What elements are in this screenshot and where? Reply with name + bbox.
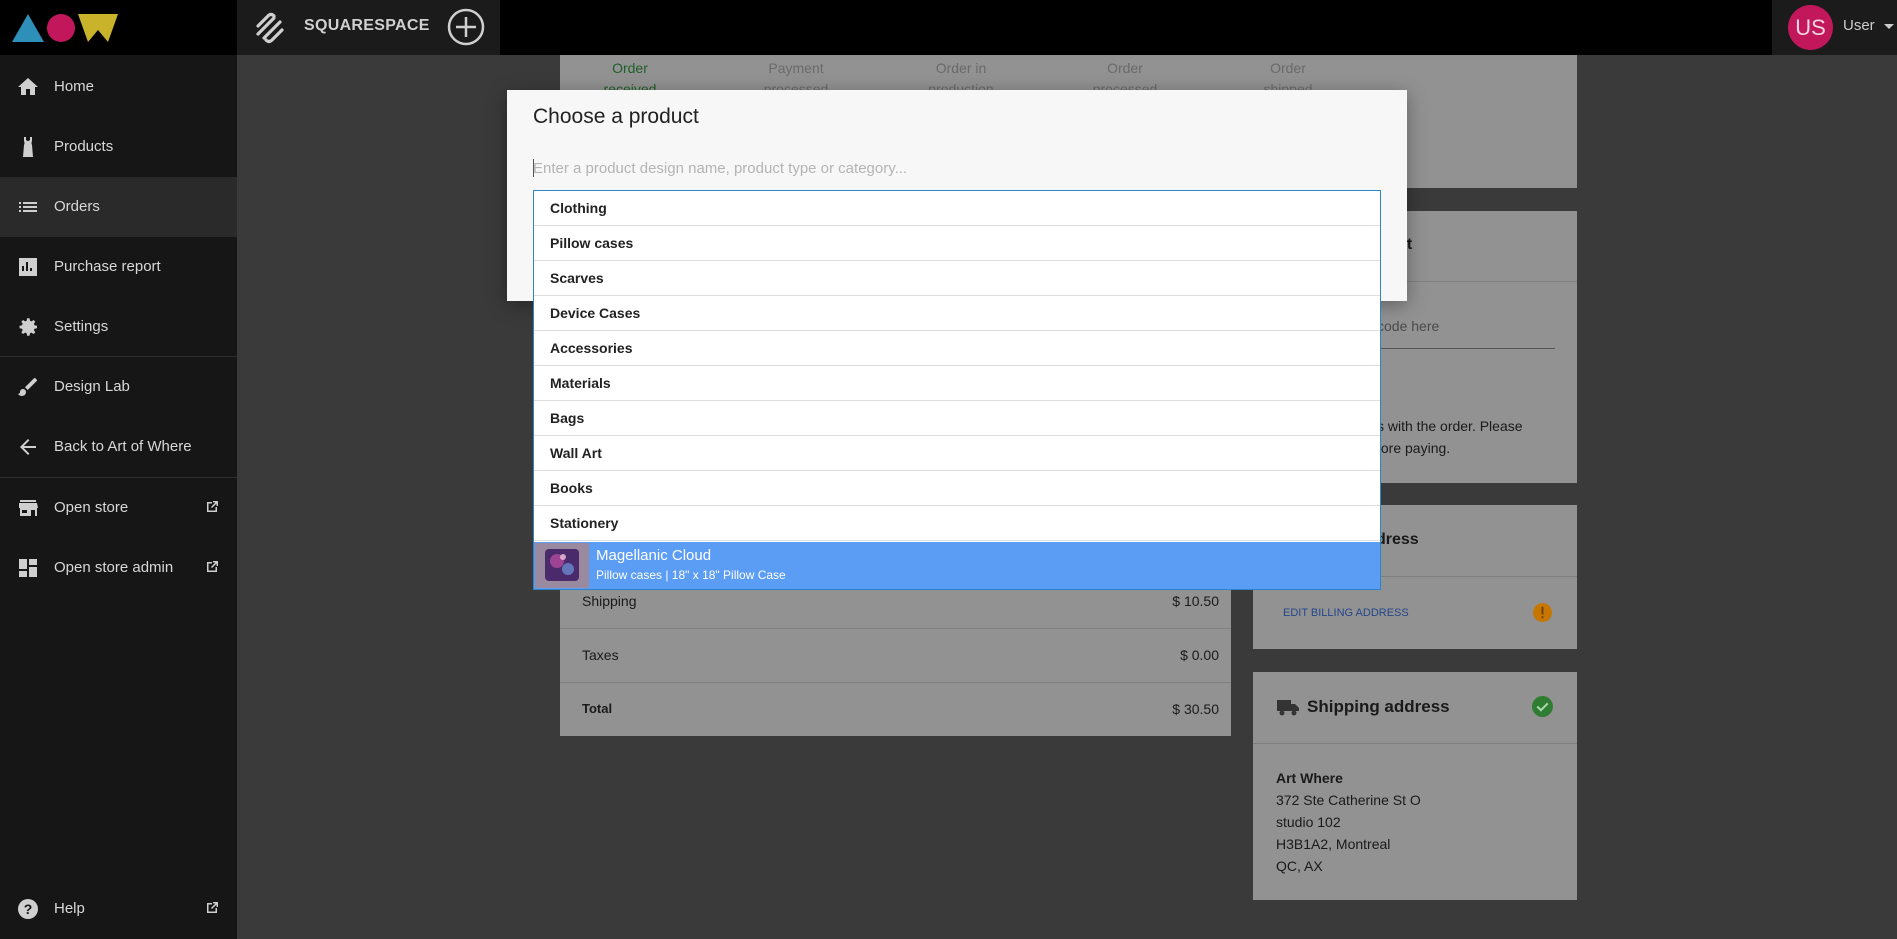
gear-icon: [19, 318, 37, 336]
truck-icon: [1277, 700, 1299, 716]
sidebar-item-label: Orders: [54, 198, 100, 215]
edit-billing-address-link[interactable]: EDIT BILLING ADDRESS: [1283, 607, 1409, 619]
sidebar-item-back-to-art-of-where[interactable]: Back to Art of Where: [0, 417, 237, 477]
dashboard-icon: [19, 559, 37, 577]
sidebar-item-orders[interactable]: Orders: [0, 177, 237, 237]
address-line: 372 Ste Catherine St O: [1276, 792, 1421, 808]
sidebar-item-label: Purchase report: [54, 258, 161, 275]
text-cursor: [533, 159, 534, 177]
sidebar-item-help[interactable]: ? Help: [0, 879, 237, 939]
totals-label-taxes: Taxes: [582, 647, 619, 663]
payment-note-line2: fore paying.: [1377, 440, 1451, 456]
product-detail: Pillow cases | 18" x 18" Pillow Case: [596, 568, 786, 582]
sidebar-item-design-lab[interactable]: Design Lab: [0, 357, 237, 417]
billing-title: dress: [1376, 531, 1419, 548]
external-link-icon: [207, 902, 218, 913]
add-circle-icon[interactable]: [446, 7, 486, 47]
check-circle-icon: [1532, 696, 1553, 717]
suggestion-category-clothing[interactable]: Clothing: [534, 191, 1380, 226]
totals-divider: [560, 628, 1231, 629]
suggestion-category-materials[interactable]: Materials: [534, 366, 1380, 401]
list-icon: [19, 202, 37, 212]
suggestion-category-bags[interactable]: Bags: [534, 401, 1380, 436]
promo-underline: [1377, 348, 1555, 349]
sidebar-item-label: Products: [54, 138, 114, 155]
sidebar-item-home[interactable]: Home: [0, 57, 237, 117]
arrow-back-icon: [20, 439, 36, 455]
tank-top-icon: [23, 137, 33, 157]
card-divider: [1253, 743, 1577, 744]
dialog-title: Choose a product: [533, 105, 699, 128]
totals-label-total: Total: [582, 701, 613, 716]
art-of-where-logo[interactable]: [10, 10, 120, 44]
user-name[interactable]: User: [1843, 17, 1875, 34]
payment-note-line1: s with the order. Please: [1377, 418, 1523, 434]
address-line: QC, AX: [1276, 858, 1323, 874]
sidebar-item-purchase-report[interactable]: Purchase report: [0, 237, 237, 297]
suggestion-category-pillow-cases[interactable]: Pillow cases: [534, 226, 1380, 261]
help-icon: ?: [18, 899, 38, 919]
squarespace-brand-text: SQUARESPACE: [304, 17, 430, 34]
suggestion-category-wall-art[interactable]: Wall Art: [534, 436, 1380, 471]
totals-value-shipping: $ 10.50: [1172, 593, 1219, 609]
sidebar-item-label: Back to Art of Where: [54, 438, 192, 455]
product-name: Magellanic Cloud: [596, 547, 712, 564]
promo-code-field[interactable]: code here: [1377, 318, 1439, 334]
product-suggestions-dropdown: Clothing Pillow cases Scarves Device Cas…: [533, 190, 1381, 590]
brush-icon: [18, 378, 37, 396]
suggestion-category-stationery[interactable]: Stationery: [534, 506, 1380, 541]
squarespace-logo-icon: [256, 12, 284, 44]
store-icon: [19, 500, 38, 516]
bar-chart-icon: [19, 258, 37, 276]
svg-text:?: ?: [24, 901, 33, 917]
suggestion-category-scarves[interactable]: Scarves: [534, 261, 1380, 296]
suggestion-product-magellanic-cloud[interactable]: Magellanic Cloud Pillow cases | 18" x 18…: [534, 542, 1380, 589]
sidebar-item-label: Settings: [54, 318, 109, 335]
address-name: Art Where: [1276, 770, 1343, 786]
home-icon: [18, 78, 38, 95]
sidebar-item-open-store[interactable]: Open store: [0, 478, 237, 538]
sidebar-item-label: Design Lab: [54, 378, 130, 395]
totals-label-shipping: Shipping: [582, 593, 637, 609]
sidebar-item-products[interactable]: Products: [0, 117, 237, 177]
product-thumbnail: [535, 543, 589, 588]
totals-value-total: $ 30.50: [1172, 701, 1219, 717]
avatar[interactable]: US: [1788, 5, 1833, 50]
product-search-input[interactable]: [533, 155, 1379, 181]
warning-icon: [1533, 603, 1552, 622]
shipping-address-title: Shipping address: [1307, 697, 1450, 716]
totals-divider: [560, 682, 1231, 683]
address-line: studio 102: [1276, 814, 1341, 830]
sidebar-item-label: Help: [54, 900, 85, 917]
totals-value-taxes: $ 0.00: [1180, 647, 1219, 663]
sidebar-item-open-store-admin[interactable]: Open store admin: [0, 538, 237, 598]
chevron-down-icon[interactable]: [1884, 24, 1894, 29]
external-link-icon: [207, 501, 218, 512]
suggestion-category-device-cases[interactable]: Device Cases: [534, 296, 1380, 331]
sidebar-item-label: Open store admin: [54, 559, 174, 576]
suggestion-category-accessories[interactable]: Accessories: [534, 331, 1380, 366]
suggestion-category-books[interactable]: Books: [534, 471, 1380, 506]
address-line: H3B1A2, Montreal: [1276, 836, 1391, 852]
sidebar-item-label: Home: [54, 78, 95, 95]
sidebar-item-settings[interactable]: Settings: [0, 297, 237, 357]
external-link-icon: [207, 561, 218, 572]
sidebar-item-label: Open store: [54, 499, 129, 516]
